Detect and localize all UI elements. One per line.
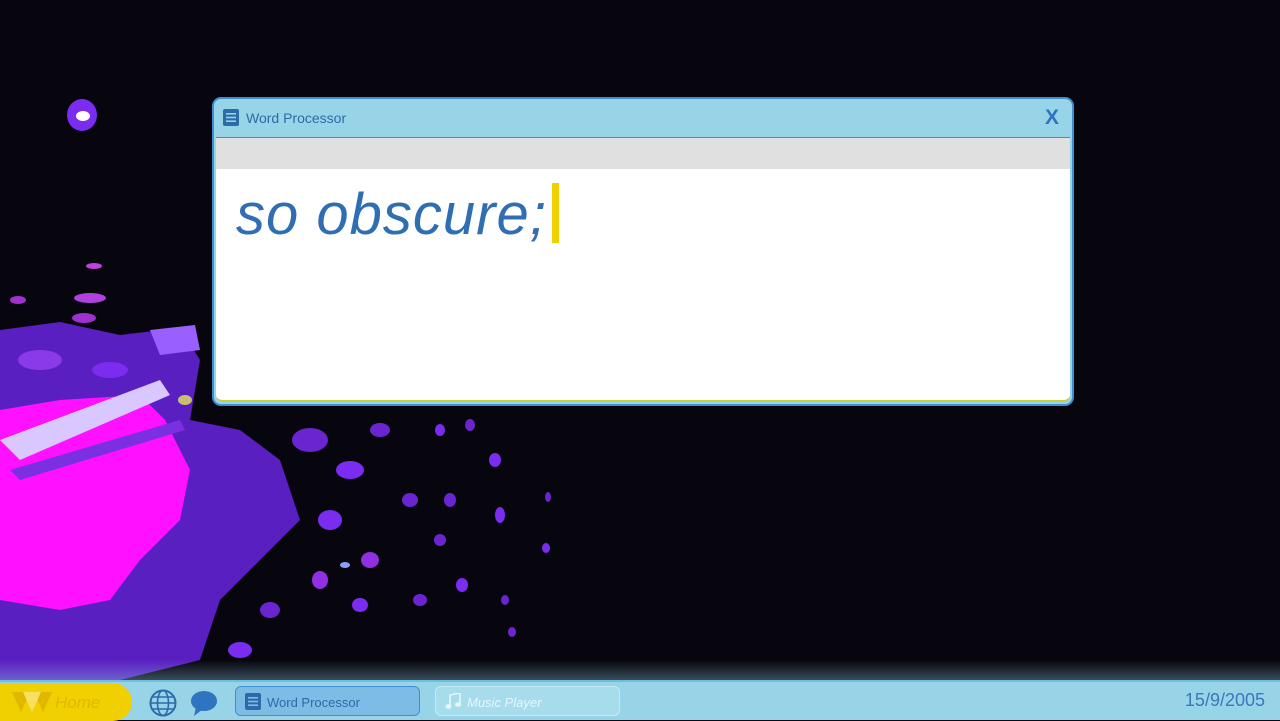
- taskbar-glow: [0, 660, 1280, 680]
- globe-icon[interactable]: [148, 688, 178, 718]
- document-area[interactable]: so obscure;: [216, 169, 1070, 402]
- window-titlebar[interactable]: Word Processor X: [214, 99, 1072, 137]
- task-music-player[interactable]: Music Player: [435, 686, 620, 716]
- task-word-processor[interactable]: Word Processor: [235, 686, 420, 716]
- music-note-icon: [445, 693, 461, 709]
- task-label: Music Player: [467, 695, 542, 710]
- taskbar: Home Word Processor Music Player 15/9/20…: [0, 680, 1280, 721]
- editor-toolbar: [216, 137, 1070, 169]
- text-caret: [551, 183, 559, 243]
- close-button[interactable]: X: [1041, 106, 1063, 130]
- document-content[interactable]: so obscure;: [236, 181, 559, 248]
- window-title: Word Processor: [246, 110, 347, 126]
- task-label: Word Processor: [267, 695, 360, 710]
- document-icon: [223, 109, 239, 126]
- home-logo-icon: [12, 692, 52, 712]
- clock-date: 15/9/2005: [1184, 690, 1265, 710]
- document-icon: [245, 693, 261, 710]
- document-text: so obscure;: [236, 182, 547, 247]
- chat-bubble-icon[interactable]: [189, 688, 219, 718]
- home-button[interactable]: Home: [0, 683, 132, 721]
- word-processor-window: Word Processor X so obscure;: [212, 97, 1074, 406]
- home-label: Home: [55, 693, 101, 712]
